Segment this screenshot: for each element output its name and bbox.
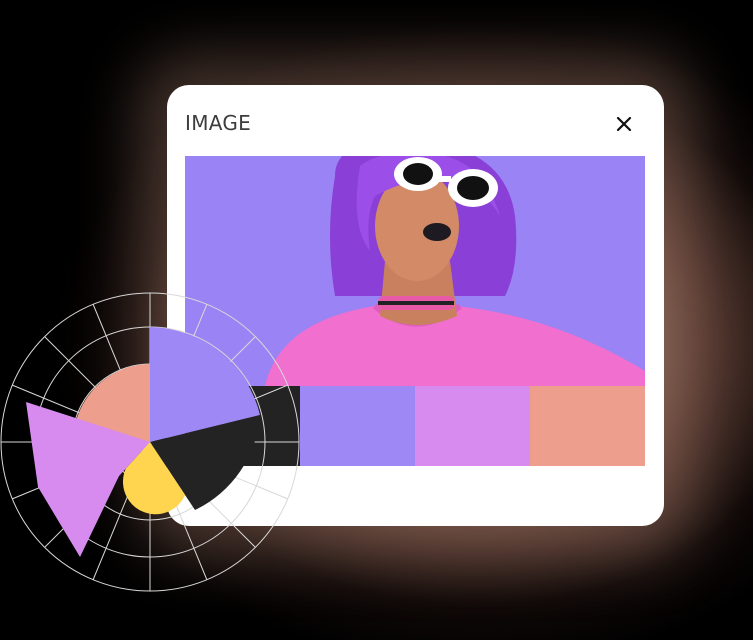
close-button[interactable] bbox=[611, 111, 637, 137]
close-icon bbox=[616, 116, 632, 132]
swatch-lavender[interactable] bbox=[300, 386, 415, 466]
polar-color-wheel bbox=[0, 292, 300, 592]
panel-title: IMAGE bbox=[185, 111, 252, 135]
swatch-orchid[interactable] bbox=[415, 386, 530, 466]
swatch-salmon[interactable] bbox=[530, 386, 645, 466]
